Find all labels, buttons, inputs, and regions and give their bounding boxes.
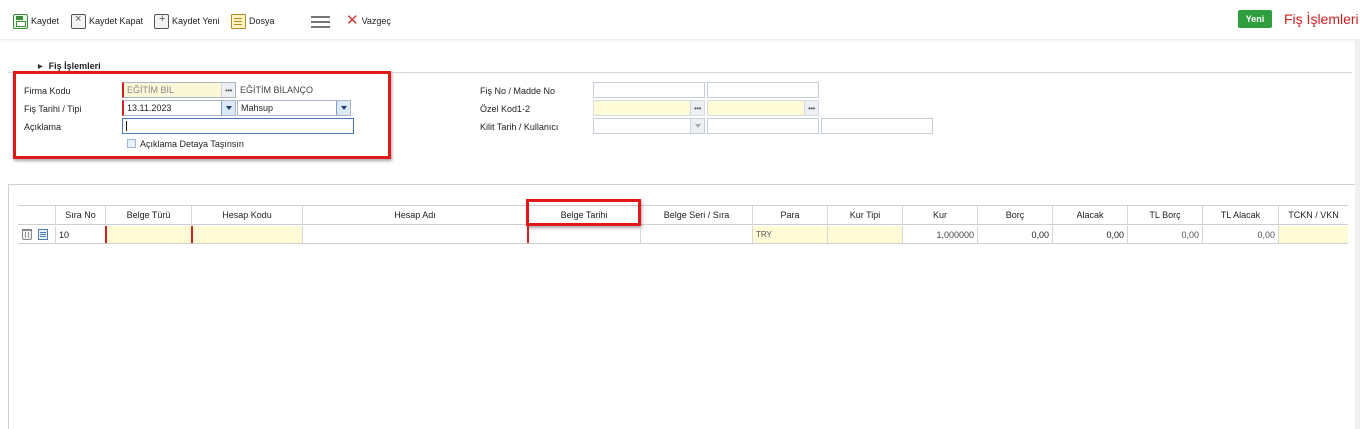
ozel-kod-label: Özel Kod1-2 — [480, 104, 531, 114]
save-button[interactable]: Kaydet — [13, 12, 59, 30]
col-belge-turu[interactable]: Belge Türü — [105, 206, 191, 224]
section-legend-label: Fiş İşlemleri — [48, 61, 101, 71]
file-icon — [231, 13, 246, 29]
cell-tckn[interactable] — [1278, 226, 1348, 243]
cell-hesap-kodu[interactable] — [191, 226, 302, 243]
ozel-kod2-lookup-button[interactable]: ••• — [804, 101, 818, 115]
fis-no-label: Fiş No / Madde No — [480, 86, 556, 96]
cell-tl-borc[interactable]: 0,00 — [1127, 226, 1202, 243]
close-icon: ✕ — [346, 12, 359, 29]
col-tckn[interactable]: TCKN / VKN — [1278, 206, 1348, 224]
trash-icon[interactable] — [22, 229, 32, 240]
hamburger-menu-icon[interactable] — [311, 16, 330, 28]
kilit-kullanici-input[interactable] — [707, 118, 819, 134]
save-close-label: Kaydet Kapat — [89, 16, 144, 26]
save-new-label: Kaydet Yeni — [172, 16, 220, 26]
collapse-triangle-icon: ▶ — [38, 63, 43, 70]
col-alacak[interactable]: Alacak — [1052, 206, 1127, 224]
madde-no-input[interactable] — [707, 82, 819, 98]
col-tl-borc[interactable]: TL Borç — [1127, 206, 1202, 224]
file-label: Dosya — [249, 16, 275, 26]
cell-belge-tarihi[interactable] — [527, 226, 640, 243]
cell-belge-seri[interactable] — [640, 226, 752, 243]
col-belge-seri[interactable]: Belge Seri / Sıra — [640, 206, 752, 224]
highlight-box-form — [13, 71, 391, 159]
col-actions — [18, 206, 55, 224]
col-para[interactable]: Para — [752, 206, 827, 224]
col-sira-no[interactable]: Sıra No — [55, 206, 105, 224]
col-borc[interactable]: Borç — [977, 206, 1052, 224]
kilit-tarih-dropdown-icon[interactable] — [690, 119, 704, 133]
col-hesap-adi[interactable]: Hesap Adı — [302, 206, 527, 224]
cell-kur[interactable]: 1,000000 — [902, 226, 977, 243]
ozel-kod1-input[interactable]: ••• — [593, 100, 705, 116]
cell-tl-alacak[interactable]: 0,00 — [1202, 226, 1278, 243]
cell-belge-turu[interactable] — [105, 226, 191, 243]
kilit-extra-input[interactable] — [821, 118, 933, 134]
toolbar: Kaydet Kaydet Kapat Kaydet Yeni Dosya ✕ … — [0, 0, 1360, 40]
cell-hesap-adi[interactable] — [302, 226, 527, 243]
vertical-scrollbar[interactable] — [1355, 40, 1360, 429]
cell-borc[interactable]: 0,00 — [977, 226, 1052, 243]
row-actions — [18, 226, 55, 243]
document-icon[interactable] — [38, 229, 48, 240]
save-icon — [13, 13, 28, 29]
save-label: Kaydet — [31, 16, 60, 26]
save-new-button[interactable]: Kaydet Yeni — [154, 12, 220, 30]
fis-no-input[interactable] — [593, 82, 705, 98]
highlight-box-belge-tarihi — [526, 199, 641, 226]
col-kur[interactable]: Kur — [902, 206, 977, 224]
table-row[interactable]: 10 TRY 1,000000 0,00 0,00 0,00 0,00 — [18, 226, 1348, 244]
new-button[interactable]: Yeni — [1238, 10, 1272, 28]
file-button[interactable]: Dosya — [231, 12, 275, 30]
section-legend[interactable]: ▶ Fiş İşlemleri — [38, 61, 101, 71]
save-new-icon — [154, 13, 169, 29]
col-kur-tipi[interactable]: Kur Tipi — [827, 206, 902, 224]
kilit-tarih-input[interactable] — [593, 118, 705, 134]
ozel-kod2-input[interactable]: ••• — [707, 100, 819, 116]
cell-para[interactable]: TRY — [752, 226, 827, 243]
cell-alacak[interactable]: 0,00 — [1052, 226, 1127, 243]
col-tl-alacak[interactable]: TL Alacak — [1202, 206, 1278, 224]
cell-sira-no[interactable]: 10 — [55, 226, 105, 243]
grid-header: Sıra No Belge Türü Hesap Kodu Hesap Adı … — [18, 205, 1348, 225]
cancel-button[interactable]: ✕ Vazgeç — [346, 12, 391, 30]
save-close-button[interactable]: Kaydet Kapat — [71, 12, 143, 30]
page-title: Fiş İşlemleri — [1284, 11, 1359, 27]
kilit-label: Kilit Tarih / Kullanıcı — [480, 122, 559, 132]
cancel-label: Vazgeç — [361, 16, 391, 26]
save-close-icon — [71, 13, 86, 29]
ozel-kod1-lookup-button[interactable]: ••• — [690, 101, 704, 115]
cell-kur-tipi[interactable] — [827, 226, 902, 243]
col-hesap-kodu[interactable]: Hesap Kodu — [191, 206, 302, 224]
